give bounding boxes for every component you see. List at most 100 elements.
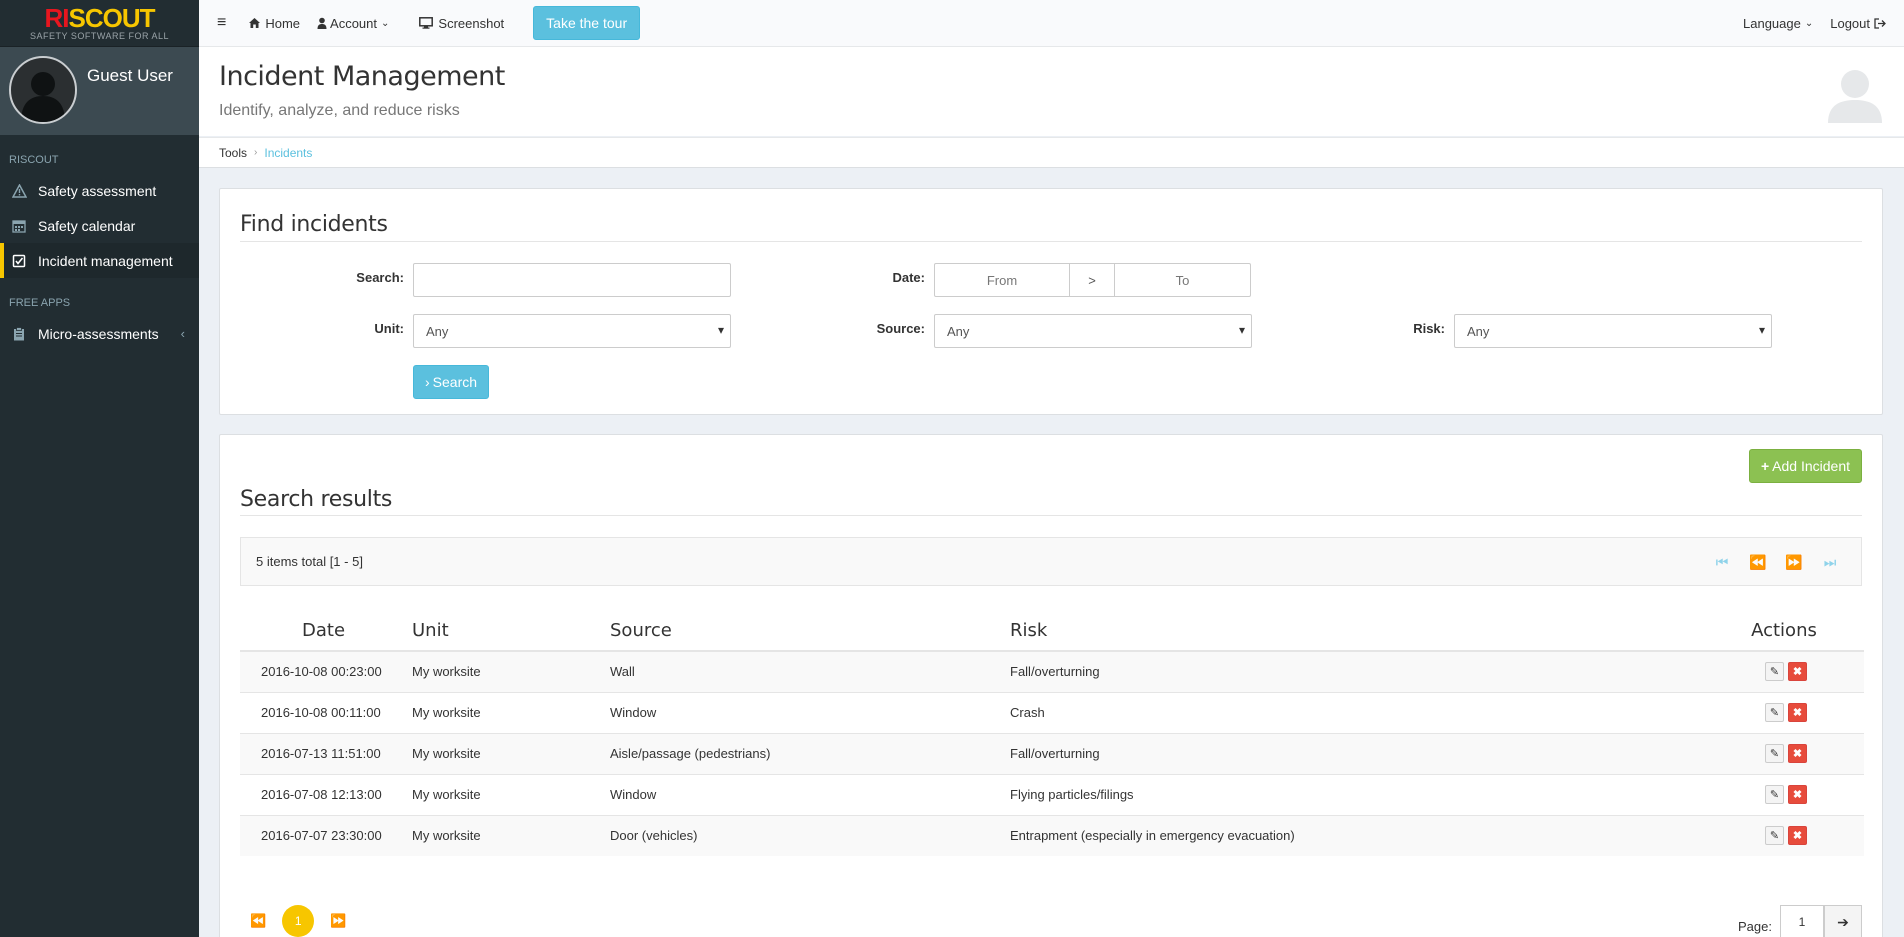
next-page-icon[interactable]: ⏩ [1783,554,1805,571]
date-from-input[interactable]: From [934,263,1070,297]
table-row[interactable]: 2016-07-08 12:13:00 My worksite Window F… [240,773,1864,815]
top-navbar: ≡ Home Account ⌄ Screenshot Take the tou… [199,0,1904,47]
source-label: Source: [876,321,925,336]
pager-controls: ⏮ ⏪ ⏩ ⏭ [1711,554,1841,571]
cell-date: 2016-07-08 12:13:00 [240,773,412,815]
nav-account-label: Account [330,15,378,31]
chevron-down-icon: ⌄ [381,17,390,29]
page-number-button[interactable]: 1 [282,905,315,937]
hamburger-menu-icon[interactable]: ≡ [217,0,226,47]
add-incident-button[interactable]: + Add Incident [1748,449,1862,483]
nav-language[interactable]: Language ⌄ [1743,0,1813,47]
sidebar-item-safety-assessment[interactable]: Safety assessment [0,173,199,208]
edit-pencil-icon[interactable]: ✎ [1765,785,1784,804]
results-toolbar: 5 items total [1 - 5] ⏮ ⏪ ⏩ ⏭ [240,537,1862,586]
sidebar-item-safety-calendar[interactable]: Safety calendar [0,208,199,243]
sidebar-item-incident-management[interactable]: Incident management [0,243,199,278]
column-header-risk[interactable]: Risk [1010,611,1704,652]
cell-unit: My worksite [412,650,610,692]
sidebar-item-label: Incident management [38,252,173,269]
sidebar-item-label: Micro-assessments [38,325,159,342]
nav-home[interactable]: Home [248,0,300,47]
page-jump: Page: 1 ➔ [1738,905,1862,937]
cell-risk: Flying particles/filings [1010,773,1704,815]
delete-x-icon[interactable]: ✖ [1788,662,1807,682]
search-label: Search: [356,270,404,285]
user-avatar [9,56,77,124]
column-header-date[interactable]: Date [240,611,412,652]
unit-select[interactable]: Any [413,314,731,348]
nav-language-label: Language [1743,15,1801,31]
edit-pencil-icon[interactable]: ✎ [1765,826,1784,846]
chevron-right-icon: › [425,374,430,390]
sidebar-item-label: Safety assessment [38,182,157,199]
page-number-input[interactable]: 1 [1780,905,1824,937]
sidebar: RISCOUT SAFETY SOFTWARE FOR ALL Guest Us… [0,0,199,937]
table-header-row: Date Unit Source Risk Actions [240,611,1864,652]
cell-date: 2016-10-08 00:11:00 [240,691,412,733]
user-name: Guest User [87,66,173,85]
logo[interactable]: RISCOUT SAFETY SOFTWARE FOR ALL [0,0,199,47]
cell-unit: My worksite [412,691,610,733]
column-header-unit[interactable]: Unit [412,611,610,652]
table-row[interactable]: 2016-10-08 00:11:00 My worksite Window C… [240,691,1864,733]
page-title: Incident Management [219,61,505,92]
first-page-icon[interactable]: ⏮ [1711,554,1733,571]
cell-source: Door (vehicles) [610,814,1010,856]
page-subtitle: Identify, analyze, and reduce risks [219,102,460,119]
risk-label: Risk: [1413,321,1445,336]
cell-source: Window [610,691,1010,733]
chevron-left-icon: ‹ [180,326,185,341]
delete-x-icon[interactable]: ✖ [1788,703,1807,722]
search-results-title: Search results [240,487,393,512]
arrow-right-icon[interactable]: ➔ [1824,905,1862,937]
nav-header-free-apps: FREE APPS [9,297,71,309]
cell-risk: Fall/overturning [1010,732,1704,774]
nav-logout[interactable]: Logout [1830,0,1886,47]
sidebar-item-micro-assessments[interactable]: Micro-assessments ‹ [0,316,199,351]
next-page-icon[interactable]: ⏩ [330,913,346,929]
calendar-icon [11,218,27,234]
edit-pencil-icon[interactable]: ✎ [1765,662,1784,682]
search-button[interactable]: › Search [413,365,490,399]
breadcrumb-incidents[interactable]: Incidents [264,146,312,160]
cell-actions: ✎ ✖ [1704,814,1864,856]
nav-home-label: Home [265,15,301,31]
edit-pencil-icon[interactable]: ✎ [1765,744,1784,763]
cell-source: Aisle/passage (pedestrians) [610,732,1010,774]
previous-page-icon[interactable]: ⏪ [250,913,266,929]
delete-x-icon[interactable]: ✖ [1788,785,1807,804]
breadcrumb-tools[interactable]: Tools [219,146,247,160]
cell-actions: ✎ ✖ [1704,773,1864,815]
table-row[interactable]: 2016-07-07 23:30:00 My worksite Door (ve… [240,814,1864,856]
chevron-down-icon: ⌄ [1804,17,1814,29]
previous-page-icon[interactable]: ⏪ [1747,554,1769,571]
logout-icon [1874,17,1886,29]
nav-header-riscout: RISCOUT [9,154,59,166]
search-input[interactable] [413,263,731,297]
delete-x-icon[interactable]: ✖ [1788,744,1807,763]
cell-source: Window [610,773,1010,815]
nav-account[interactable]: Account ⌄ [317,0,389,47]
date-label: Date: [892,270,925,285]
logo-ri: RI [44,3,70,33]
profile-placeholder-icon [1828,70,1882,123]
risk-select[interactable]: Any [1454,314,1772,348]
take-the-tour-button[interactable]: Take the tour [533,6,641,40]
edit-pencil-icon[interactable]: ✎ [1765,703,1784,722]
cell-unit: My worksite [412,732,610,774]
nav-screenshot[interactable]: Screenshot [419,0,504,47]
source-select[interactable]: Any [934,314,1252,348]
date-to-input[interactable]: To [1115,263,1251,297]
table-row[interactable]: 2016-10-08 00:23:00 My worksite Wall Fal… [240,650,1864,692]
checklist-icon [11,253,27,269]
risk-select-value: Any [1467,323,1490,339]
last-page-icon[interactable]: ⏭ [1819,554,1841,571]
delete-x-icon[interactable]: ✖ [1788,826,1807,846]
bottom-pagination: ⏪ 1 ⏩ [250,905,346,937]
nav-logout-label: Logout [1830,15,1870,31]
warning-icon [11,183,27,199]
table-row[interactable]: 2016-07-13 11:51:00 My worksite Aisle/pa… [240,732,1864,774]
cell-date: 2016-07-07 23:30:00 [240,814,412,856]
column-header-source[interactable]: Source [610,611,1010,652]
